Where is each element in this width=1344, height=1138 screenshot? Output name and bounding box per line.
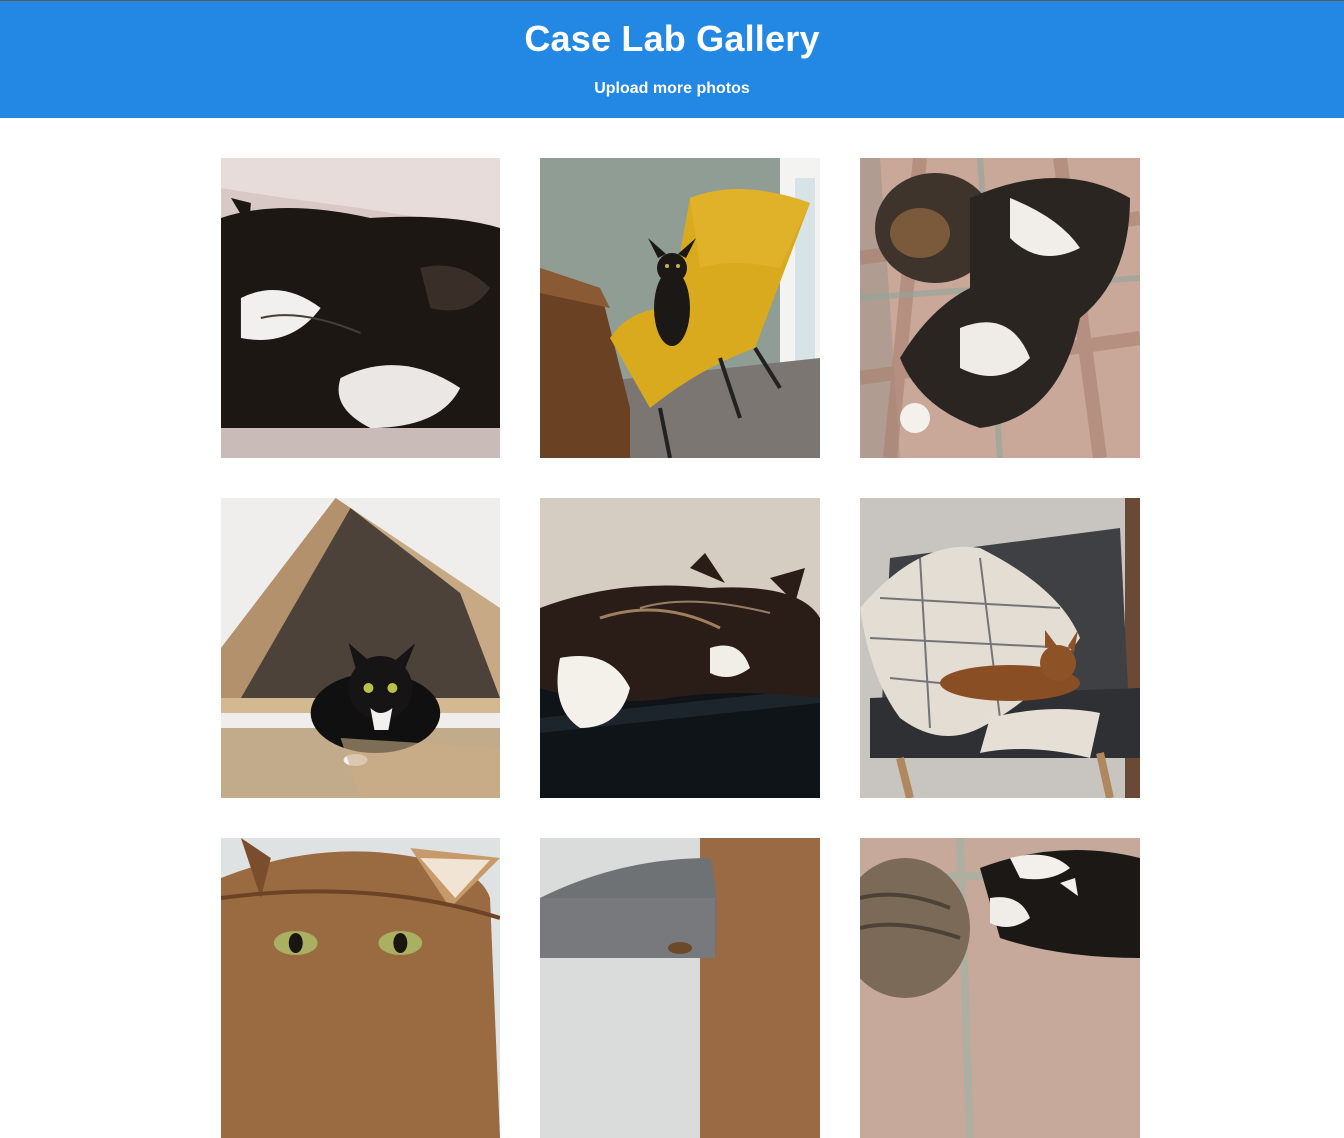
gallery-photo[interactable] (221, 498, 500, 798)
gallery-photo[interactable] (221, 838, 500, 1138)
gallery-photo[interactable] (540, 838, 820, 1138)
upload-more-photos-link[interactable]: Upload more photos (0, 80, 1344, 98)
gallery-photo[interactable] (860, 498, 1140, 798)
cat-photo-9 (860, 838, 1140, 1138)
gallery-photo[interactable] (860, 838, 1140, 1138)
cat-photo-7 (221, 838, 500, 1138)
gallery-photo[interactable] (860, 158, 1140, 458)
gallery-photo[interactable] (540, 158, 820, 458)
cat-photo-5 (540, 498, 820, 798)
cat-photo-6 (860, 498, 1140, 798)
photo-gallery-grid (221, 158, 1140, 1138)
upload-link-label: Upload more photos (594, 80, 750, 97)
page-title: Case Lab Gallery (524, 18, 820, 59)
cat-photo-8 (540, 838, 820, 1138)
page-header: Case Lab Gallery Upload more photos (0, 1, 1344, 118)
cat-photo-4 (221, 498, 500, 798)
cat-photo-3 (860, 158, 1140, 458)
gallery-photo[interactable] (540, 498, 820, 798)
cat-photo-1 (221, 158, 500, 458)
cat-photo-2 (540, 158, 820, 458)
gallery-photo[interactable] (221, 158, 500, 458)
